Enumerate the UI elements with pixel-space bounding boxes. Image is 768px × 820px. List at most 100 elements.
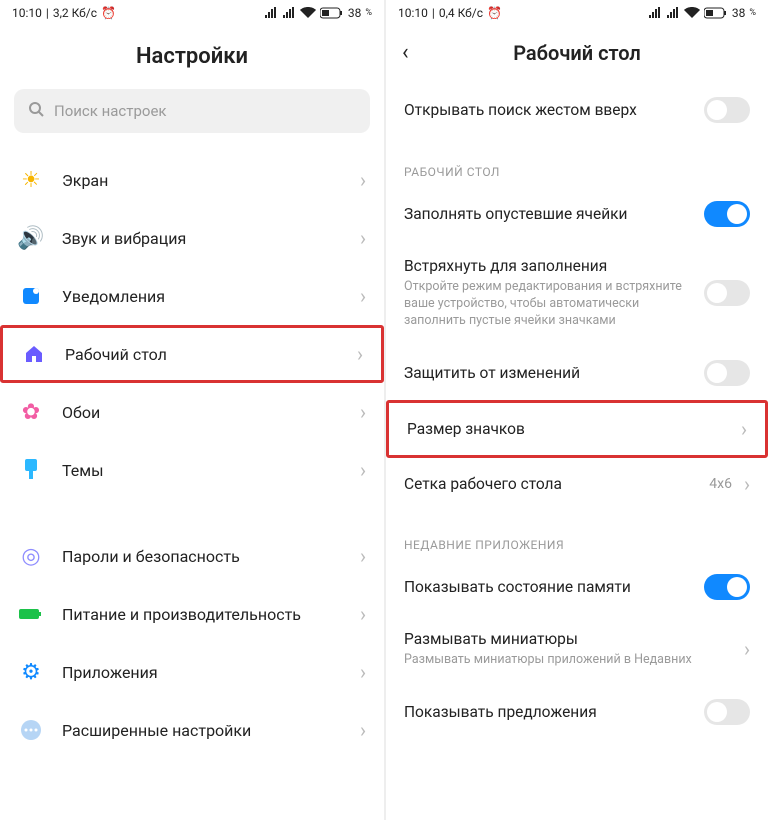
wifi-icon	[684, 7, 700, 19]
gear-icon: ⚙	[18, 659, 44, 685]
row-label: Открывать поиск жестом вверх	[404, 101, 692, 119]
row-fill-empty[interactable]: Заполнять опустевшие ячейки	[386, 187, 768, 241]
item-home-screen[interactable]: Рабочий стол ›	[0, 325, 384, 383]
row-mem-state[interactable]: Показывать состояние памяти	[386, 560, 768, 614]
row-value: 4x6	[709, 476, 732, 492]
chevron-right-icon: ›	[744, 472, 750, 496]
section-recent-apps: НЕДАВНИЕ ПРИЛОЖЕНИЯ	[386, 510, 768, 560]
search-input[interactable]: Поиск настроек	[14, 89, 370, 133]
battery-icon	[18, 601, 44, 627]
row-label: Защитить от изменений	[404, 364, 692, 382]
statusbar: 10:10 | 3,2 Кб/с ⏰ 38 %	[0, 0, 384, 26]
item-themes[interactable]: Темы ›	[0, 441, 384, 499]
toggle-mem-state[interactable]	[704, 574, 750, 600]
item-apps[interactable]: ⚙ Приложения ›	[0, 643, 384, 701]
item-notifications[interactable]: Уведомления ›	[0, 267, 384, 325]
item-label: Пароли и безопасность	[62, 547, 342, 566]
chevron-right-icon: ›	[360, 458, 366, 482]
item-label: Рабочий стол	[65, 345, 339, 364]
row-protect[interactable]: Защитить от изменений	[386, 346, 768, 400]
flower-icon: ✿	[18, 399, 44, 425]
chevron-right-icon: ›	[360, 544, 366, 568]
chevron-right-icon: ›	[360, 718, 366, 742]
more-icon	[18, 717, 44, 743]
item-label: Приложения	[62, 663, 342, 682]
signal-icon	[648, 7, 662, 19]
alarm-icon: ⏰	[101, 6, 116, 20]
chevron-right-icon: ›	[360, 168, 366, 192]
row-icon-size[interactable]: Размер значков ›	[386, 400, 768, 458]
battery-pct: 38	[732, 6, 746, 20]
signal-icon	[282, 7, 296, 19]
search-placeholder: Поиск настроек	[54, 102, 167, 120]
chevron-right-icon: ›	[360, 602, 366, 626]
row-label: Сетка рабочего стола	[404, 475, 697, 493]
item-wallpaper[interactable]: ✿ Обои ›	[0, 383, 384, 441]
row-grid[interactable]: Сетка рабочего стола 4x6 ›	[386, 458, 768, 510]
row-suggest[interactable]: Показывать предложения	[386, 685, 768, 739]
chevron-right-icon: ›	[360, 400, 366, 424]
search-icon	[28, 101, 44, 121]
alarm-icon: ⏰	[487, 6, 502, 20]
chevron-right-icon: ›	[744, 637, 750, 661]
chevron-right-icon: ›	[741, 417, 747, 441]
page-title: Рабочий стол	[402, 41, 752, 65]
item-label: Темы	[62, 461, 342, 480]
item-label: Уведомления	[62, 287, 342, 306]
row-sub: Размывать миниатюры приложений в Недавни…	[404, 652, 732, 669]
status-divider: |	[432, 6, 435, 20]
brush-icon	[18, 457, 44, 483]
section-home-screen: РАБОЧИЙ СТОЛ	[386, 137, 768, 187]
page-title: Настройки	[0, 26, 384, 89]
status-divider: |	[46, 6, 49, 20]
item-security[interactable]: ◎ Пароли и безопасность ›	[0, 527, 384, 585]
item-label: Обои	[62, 403, 342, 422]
settings-list: ☀ Экран › 🔊 Звук и вибрация › Уведомлени…	[0, 151, 384, 759]
row-sub: Откройте режим редактирования и встряхни…	[404, 279, 692, 330]
status-time: 10:10	[398, 6, 428, 20]
statusbar: 10:10 | 0,4 Кб/с ⏰ 38 %	[386, 0, 768, 26]
battery-icon	[704, 7, 728, 19]
toggle-suggest[interactable]	[704, 699, 750, 725]
sound-icon: 🔊	[18, 225, 44, 251]
row-label: Показывать предложения	[404, 703, 692, 721]
row-blur[interactable]: Размывать миниатюры Размывать миниатюры …	[386, 614, 768, 685]
toggle-fill-empty[interactable]	[704, 201, 750, 227]
fingerprint-icon: ◎	[18, 543, 44, 569]
item-label: Звук и вибрация	[62, 229, 342, 248]
battery-icon	[320, 7, 344, 19]
chevron-right-icon: ›	[360, 284, 366, 308]
toggle-shake[interactable]	[704, 280, 750, 306]
chevron-right-icon: ›	[360, 226, 366, 250]
toggle-open-search[interactable]	[704, 97, 750, 123]
item-battery[interactable]: Питание и производительность ›	[0, 585, 384, 643]
row-label: Размер значков	[407, 420, 729, 438]
item-label: Экран	[62, 171, 342, 190]
signal-icon	[264, 7, 278, 19]
row-label: Заполнять опустевшие ячейки	[404, 205, 692, 223]
toggle-protect[interactable]	[704, 360, 750, 386]
item-label: Расширенные настройки	[62, 721, 342, 740]
sun-icon: ☀	[18, 167, 44, 193]
chevron-right-icon: ›	[357, 342, 363, 366]
item-display[interactable]: ☀ Экран ›	[0, 151, 384, 209]
status-time: 10:10	[12, 6, 42, 20]
wifi-icon	[300, 7, 316, 19]
battery-pct-unit: %	[365, 8, 372, 18]
row-shake[interactable]: Встряхнуть для заполнения Откройте режим…	[386, 241, 768, 346]
battery-pct: 38	[348, 6, 362, 20]
home-screen-pane: 10:10 | 0,4 Кб/с ⏰ 38 % ‹ Рабочий стол	[384, 0, 768, 820]
row-label: Встряхнуть для заполнения	[404, 257, 692, 275]
signal-icon	[666, 7, 680, 19]
row-label: Показывать состояние памяти	[404, 578, 692, 596]
status-speed: 3,2 Кб/с	[53, 6, 97, 20]
chevron-right-icon: ›	[360, 660, 366, 684]
item-label: Питание и производительность	[62, 605, 342, 624]
item-more[interactable]: Расширенные настройки ›	[0, 701, 384, 759]
home-icon	[21, 341, 47, 367]
row-label: Размывать миниатюры	[404, 630, 732, 648]
row-open-search[interactable]: Открывать поиск жестом вверх	[386, 83, 768, 137]
item-sound[interactable]: 🔊 Звук и вибрация ›	[0, 209, 384, 267]
battery-pct-unit: %	[749, 8, 756, 18]
status-speed: 0,4 Кб/с	[439, 6, 483, 20]
